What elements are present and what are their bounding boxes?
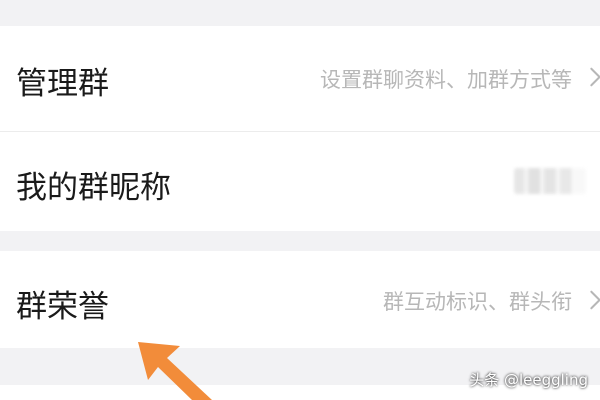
group-honor-title: 群荣誉: [16, 289, 109, 325]
watermark: 头条 @leeggling: [469, 371, 588, 389]
chevron-right-icon[interactable]: [584, 289, 600, 311]
manage-group-row[interactable]: 管理群 设置群聊资料、加群方式等: [0, 26, 600, 131]
manage-group-title: 管理群: [16, 66, 109, 102]
my-group-nickname-title: 我的群昵称: [16, 170, 171, 206]
orange-arrow-icon: [138, 342, 212, 400]
my-group-nickname-row[interactable]: 我的群昵称: [0, 132, 600, 231]
blurred-nickname-value: [514, 168, 586, 194]
manage-group-description: 设置群聊资料、加群方式等: [320, 68, 572, 92]
group-honor-description: 群互动标识、群头衔: [383, 290, 572, 314]
group-honor-row[interactable]: 群荣誉 群互动标识、群头衔: [0, 251, 600, 348]
chevron-right-icon[interactable]: [584, 66, 600, 88]
